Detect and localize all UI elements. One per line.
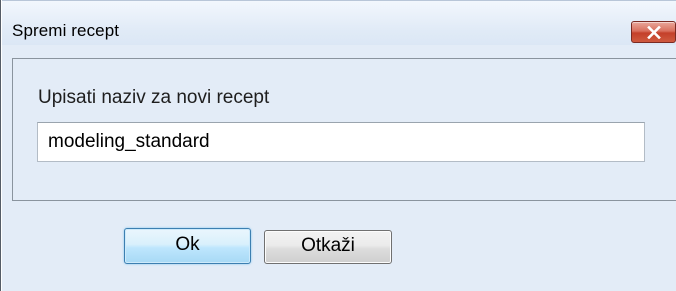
window-title: Spremi recept bbox=[12, 21, 120, 40]
ok-button[interactable]: Ok bbox=[124, 228, 251, 264]
cancel-button[interactable]: Otkaži bbox=[264, 230, 392, 264]
close-icon bbox=[647, 26, 661, 39]
dialog-body: Upisati naziv za novi recept Ok Otkaži bbox=[2, 45, 676, 291]
prompt-label: Upisati naziv za novi recept bbox=[38, 87, 270, 108]
close-button[interactable] bbox=[631, 21, 676, 43]
recipe-name-input[interactable] bbox=[37, 122, 645, 162]
save-recipe-dialog: Spremi recept Upisati naziv za novi rece… bbox=[0, 0, 676, 291]
